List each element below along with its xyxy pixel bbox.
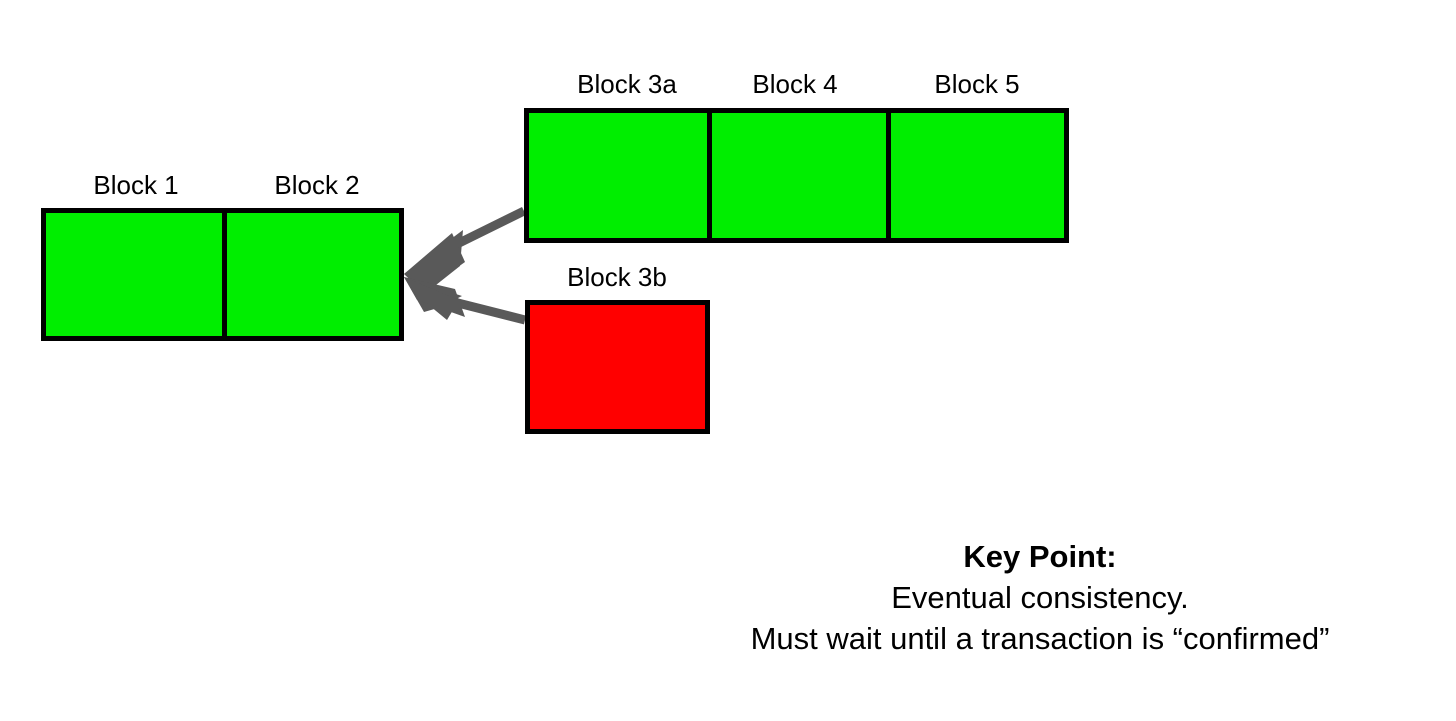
winning-fork-chain [524,108,1069,243]
block-3a-label: Block 3a [577,69,677,99]
block-1-label: Block 1 [93,170,179,200]
diagram-canvas: Block 1 Block 2 Block 3a Block 4 Block 5… [0,0,1456,721]
block-2[interactable] [222,213,399,336]
block-1[interactable] [46,213,223,336]
key-point-line-1: Eventual consistency. [891,580,1189,616]
block-2-label: Block 2 [274,170,360,200]
block-4[interactable] [707,113,886,238]
key-point-line-2: Must wait until a transaction is “confir… [750,621,1330,657]
key-point-block: Key Point: Eventual consistency. Must wa… [636,536,1444,660]
block-5[interactable] [885,113,1064,238]
block-4-label: Block 4 [752,69,838,99]
arrow-fork-a-to-main [404,206,526,292]
orphaned-fork-chain [525,300,710,434]
block-5-label: Block 5 [934,69,1020,99]
arrow-fork-b-to-main [404,277,527,325]
main-chain [41,208,404,341]
key-point-heading: Key Point: [963,539,1117,574]
block-3b-label: Block 3b [567,262,667,292]
block-3a[interactable] [529,113,708,238]
block-3b[interactable] [530,305,705,429]
